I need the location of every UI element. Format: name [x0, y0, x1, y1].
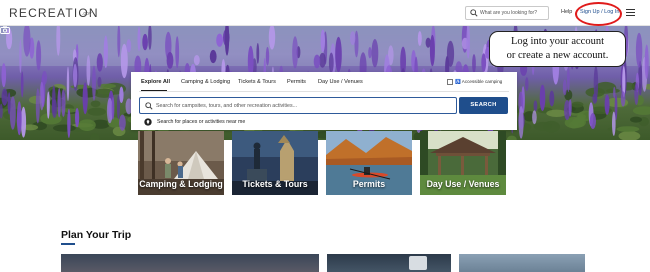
search-icon	[145, 102, 153, 110]
header-search-input[interactable]: What are you looking for?	[465, 6, 549, 20]
help-link[interactable]: Help	[561, 9, 572, 15]
heading-underline	[61, 243, 75, 245]
location-pin-icon	[144, 118, 152, 126]
tab-permits[interactable]: Permits	[287, 79, 306, 85]
recreation-gov-page: RECREATION .gov What are you looking for…	[0, 0, 650, 272]
callout-line-2: or create a new account.	[506, 50, 609, 61]
category-card-permits[interactable]: Permits	[326, 131, 412, 195]
category-card-day-use-venues[interactable]: Day Use / Venues	[420, 131, 506, 195]
category-label: Day Use / Venues	[426, 179, 500, 189]
logo-suffix: .gov	[82, 11, 92, 17]
tab-camping-lodging[interactable]: Camping & Lodging	[181, 79, 230, 85]
accessible-camping-text: Accessible camping	[461, 79, 503, 84]
login-callout: Log into your account or create a new ac…	[489, 31, 626, 67]
tab-tickets-tours[interactable]: Tickets & Tours	[238, 79, 276, 85]
callout-line-1: Log into your account	[510, 36, 605, 47]
trip-card-image[interactable]	[61, 254, 319, 272]
search-icon	[470, 9, 478, 17]
site-header: RECREATION .gov What are you looking for…	[0, 0, 650, 26]
search-button[interactable]: SEARCH	[459, 97, 508, 114]
header-search-placeholder: What are you looking for?	[480, 10, 537, 16]
search-near-me-option[interactable]: Search for places or activities near me	[139, 116, 457, 129]
near-me-label: Search for places or activities near me	[157, 119, 246, 125]
plan-your-trip-heading: Plan Your Trip	[61, 229, 132, 241]
tab-day-use-venues[interactable]: Day Use / Venues	[318, 79, 363, 85]
tab-explore-all[interactable]: Explore All	[141, 79, 170, 85]
highlight-circle	[575, 2, 622, 26]
hamburger-menu-icon[interactable]	[626, 9, 635, 17]
accessible-camping-label[interactable]: ♿ Accessible camping	[455, 79, 502, 85]
category-card-tickets-tours[interactable]: Tickets & Tours	[232, 131, 318, 195]
accessibility-icon: ♿	[455, 79, 462, 84]
category-card-camping-lodging[interactable]: Camping & Lodging	[138, 131, 224, 195]
main-search-placeholder: Search for campsites, tours, and other r…	[156, 103, 298, 109]
trip-card-image[interactable]	[327, 254, 451, 272]
accessible-camping-checkbox[interactable]	[447, 79, 453, 85]
category-label: Camping & Lodging	[139, 179, 223, 189]
search-panel: Explore All Camping & Lodging Tickets & …	[131, 72, 517, 130]
category-label: Permits	[352, 179, 386, 189]
main-search-input[interactable]: Search for campsites, tours, and other r…	[139, 97, 457, 114]
category-label: Tickets & Tours	[242, 179, 308, 189]
tabs-divider	[139, 91, 509, 92]
camera-icon[interactable]	[0, 26, 10, 34]
trip-card-image[interactable]	[459, 254, 585, 272]
phone-graphic	[409, 256, 427, 270]
